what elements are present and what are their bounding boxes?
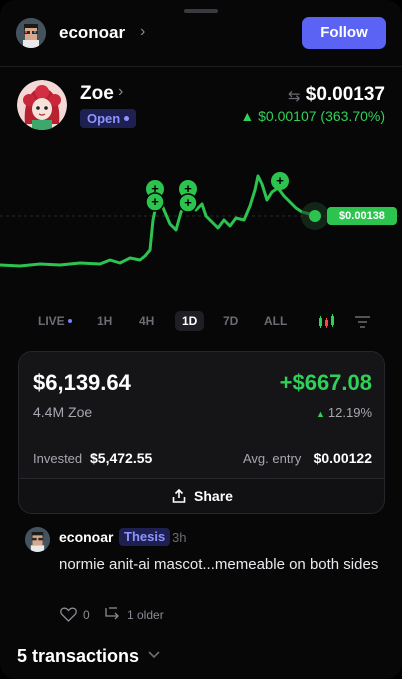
position-holdings: 4.4M Zoe: [33, 404, 93, 420]
like-count: 0: [83, 608, 90, 622]
token-avatar[interactable]: [17, 80, 67, 130]
chevron-down-icon[interactable]: [147, 649, 161, 661]
up-triangle-icon: ▲: [315, 409, 325, 419]
filter-icon[interactable]: [355, 316, 370, 328]
swap-icon[interactable]: ⇆: [288, 87, 301, 105]
comment-username[interactable]: econoar: [59, 529, 113, 545]
position-card: $6,139.64 +$667.08 4.4M Zoe ▲ 12.19% Inve…: [18, 351, 385, 514]
share-icon: [172, 489, 186, 503]
tab-1h[interactable]: 1H: [97, 314, 112, 328]
comment-timestamp: 3h: [172, 530, 187, 545]
heart-icon[interactable]: [60, 607, 77, 622]
svg-text:+: +: [184, 195, 192, 210]
status-dot-icon: [124, 116, 130, 121]
position-summary: $6,139.64 +$667.08 4.4M Zoe ▲ 12.19% Inve…: [19, 352, 384, 479]
avatar[interactable]: [16, 18, 46, 48]
transactions-toggle[interactable]: 5 transactions: [17, 646, 139, 667]
header-divider: [0, 66, 402, 67]
username[interactable]: econoar: [59, 23, 125, 43]
header: econoar › Follow: [16, 16, 386, 50]
svg-text:+: +: [151, 194, 159, 209]
token-price: $0.00137: [305, 84, 385, 105]
current-price-tag: $0.00138: [327, 207, 397, 225]
chevron-right-icon: ›: [118, 83, 124, 100]
avg-entry-label: Avg. entry: [243, 451, 302, 466]
comment-avatar[interactable]: [25, 527, 50, 552]
candlestick-icon[interactable]: [318, 314, 336, 330]
invested-label: Invested: [33, 451, 83, 466]
live-dot-icon: [67, 319, 72, 323]
tab-4h[interactable]: 4H: [139, 314, 154, 328]
price-chart[interactable]: + + + + +: [0, 160, 402, 300]
svg-text:+: +: [276, 173, 284, 188]
older-replies-link[interactable]: 1 older: [127, 608, 164, 622]
price-change: ▲ $0.00107 (363.70%): [240, 108, 385, 124]
position-pnl-percent: ▲ 12.19%: [315, 405, 372, 420]
share-button[interactable]: Share: [19, 480, 384, 513]
timeframe-tabs: LIVE 1H 4H 1D 7D ALL: [0, 310, 402, 336]
tab-all[interactable]: ALL: [264, 314, 287, 328]
token-name[interactable]: Zoe: [80, 83, 114, 105]
reply-icon[interactable]: [105, 607, 121, 621]
chevron-right-icon: ›: [140, 23, 146, 40]
comment-text: normie anit-ai mascot...memeable on both…: [59, 556, 379, 573]
invested-value: $5,472.55: [90, 450, 153, 466]
tab-7d[interactable]: 7D: [223, 314, 238, 328]
position-pnl: +$667.08: [279, 370, 372, 395]
follow-button[interactable]: Follow: [302, 17, 386, 49]
avg-entry-value: $0.00122: [313, 450, 372, 466]
current-price-dot: [309, 210, 321, 222]
status-badge: Open: [80, 109, 137, 128]
tab-live[interactable]: LIVE: [38, 314, 72, 328]
sheet-grabber[interactable]: [184, 9, 218, 13]
position-value: $6,139.64: [33, 370, 131, 395]
tab-1d[interactable]: 1D: [175, 311, 205, 331]
token-sheet: econoar › Follow Zoe › Open ⇆ $0.00137 ▲…: [0, 0, 402, 679]
status-badge-label: Open: [87, 111, 121, 126]
thesis-badge: Thesis: [119, 528, 171, 546]
share-label: Share: [194, 488, 233, 504]
